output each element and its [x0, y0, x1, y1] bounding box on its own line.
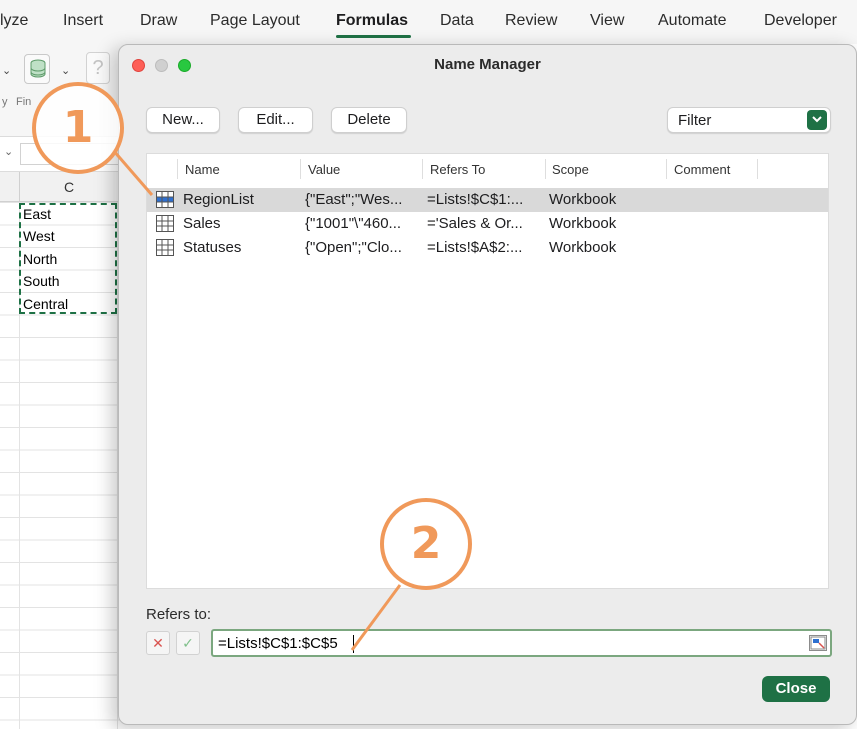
row-value: {"1001"\"460...	[305, 215, 402, 232]
row-name: Sales	[183, 215, 221, 232]
row-refers-to: =Lists!$C$1:...	[427, 191, 524, 208]
row-value: {"East";"Wes...	[305, 191, 403, 208]
tab-page-layout[interactable]: Page Layout	[210, 12, 300, 30]
row-scope: Workbook	[549, 239, 617, 256]
table-row[interactable]: Sales {"1001"\"460... ='Sales & Or... Wo…	[147, 212, 828, 236]
chevron-down-icon[interactable]: ⌄	[2, 64, 11, 77]
edit-button[interactable]: Edit...	[238, 107, 313, 133]
tab-data[interactable]: Data	[440, 12, 474, 30]
database-icon[interactable]	[24, 54, 50, 84]
toolbar-label: Fin	[16, 96, 32, 108]
column-header-scope[interactable]: Scope	[552, 162, 589, 177]
row-name: RegionList	[183, 191, 254, 208]
tab-formulas[interactable]: Formulas	[336, 12, 408, 30]
tab-automate[interactable]: Automate	[658, 12, 726, 30]
column-divider	[757, 159, 758, 179]
column-header-refers-to[interactable]: Refers To	[430, 162, 485, 177]
row-value: {"Open";"Clo...	[305, 239, 402, 256]
refers-to-input[interactable]: =Lists!$C$1:$C$5	[211, 629, 832, 657]
filter-label: Filter	[678, 112, 712, 129]
selection-marquee	[19, 203, 117, 314]
new-button[interactable]: New...	[146, 107, 220, 133]
named-range-icon	[156, 215, 174, 237]
row-scope: Workbook	[549, 215, 617, 232]
tab-analyze[interactable]: lyze	[0, 12, 28, 30]
column-divider	[422, 159, 423, 179]
chevron-down-icon[interactable]: ⌄	[61, 64, 70, 77]
column-c-label: C	[64, 179, 75, 195]
chevron-down-icon[interactable]: ⌄	[4, 145, 13, 158]
row-refers-to: ='Sales & Or...	[427, 215, 523, 232]
text-cursor	[353, 635, 354, 653]
delete-button[interactable]: Delete	[331, 107, 407, 133]
column-divider	[19, 172, 20, 202]
tab-view[interactable]: View	[590, 12, 624, 30]
tab-insert[interactable]: Insert	[63, 12, 103, 30]
chevron-down-icon[interactable]	[807, 110, 827, 130]
tab-developer[interactable]: Developer	[764, 12, 837, 30]
toolbar-label: y	[2, 96, 8, 108]
named-range-icon	[156, 239, 174, 261]
refers-to-label: Refers to:	[146, 606, 212, 623]
active-tab-underline	[336, 35, 411, 38]
column-header[interactable]: C	[0, 172, 130, 202]
refers-to-value: =Lists!$C$1:$C$5	[218, 635, 338, 652]
named-range-icon	[156, 191, 174, 213]
callout-1: 1	[32, 82, 124, 174]
column-divider	[666, 159, 667, 179]
dialog-title: Name Manager	[434, 56, 541, 73]
column-divider	[300, 159, 301, 179]
column-header-comment[interactable]: Comment	[674, 162, 730, 177]
help-icon[interactable]: ?	[86, 52, 110, 84]
column-divider	[177, 159, 178, 179]
collapse-dialog-icon[interactable]	[809, 635, 827, 651]
row-name: Statuses	[183, 239, 242, 256]
column-divider	[545, 159, 546, 179]
confirm-edit-icon[interactable]: ✓	[176, 631, 200, 655]
name-manager-dialog: Name Manager New... Edit... Delete Filte…	[118, 44, 857, 725]
row-scope: Workbook	[549, 191, 617, 208]
close-button[interactable]: Close	[762, 676, 830, 702]
filter-dropdown[interactable]: Filter	[667, 107, 831, 133]
callout-2: 2	[380, 498, 472, 590]
tab-review[interactable]: Review	[505, 12, 557, 30]
column-header-name[interactable]: Name	[185, 162, 220, 177]
table-row[interactable]: Statuses {"Open";"Clo... =Lists!$A$2:...…	[147, 236, 828, 260]
names-list[interactable]: Name Value Refers To Scope Comment Regio…	[146, 153, 829, 589]
table-row[interactable]: RegionList {"East";"Wes... =Lists!$C$1:.…	[147, 188, 828, 212]
ribbon-tab-bar: lyze Insert Draw Page Layout Formulas Da…	[0, 0, 857, 44]
cancel-edit-icon[interactable]: ✕	[146, 631, 170, 655]
column-header-value[interactable]: Value	[308, 162, 340, 177]
tab-draw[interactable]: Draw	[140, 12, 177, 30]
row-refers-to: =Lists!$A$2:...	[427, 239, 523, 256]
